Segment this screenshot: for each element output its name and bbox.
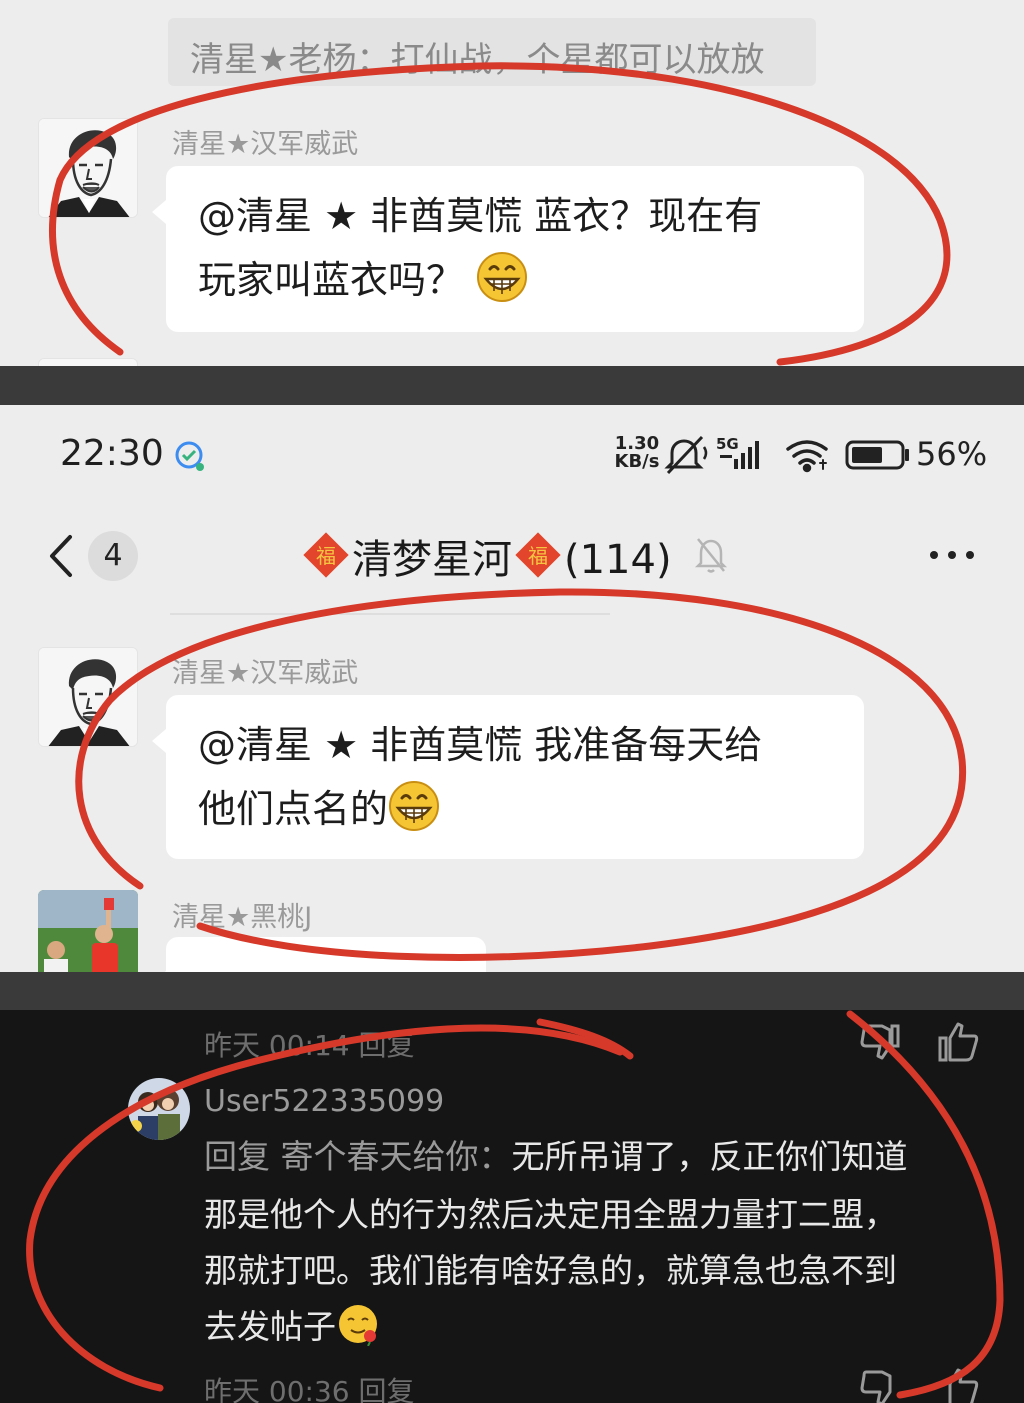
fu-diamond-icon: 福 <box>303 532 349 578</box>
wifi-icon <box>786 440 828 473</box>
sender-name: 清星★汉军威武 <box>172 658 359 689</box>
avatar[interactable] <box>38 647 138 747</box>
avatar[interactable] <box>38 118 138 218</box>
sketch-man-avatar-icon <box>39 119 137 217</box>
message-line-1: @清星 ★ 非酋莫慌 蓝衣？现在有 <box>198 194 763 238</box>
mute-bell-icon <box>664 435 708 475</box>
grin-emoji-icon <box>477 252 528 302</box>
battery-icon <box>845 440 909 470</box>
comment-line-1-text: 无所吊谓了，反正你们知道 <box>511 1137 908 1176</box>
comment-line-3: 那就打吧。我们能有啥好急的，就算急也急不到 <box>204 1251 897 1290</box>
message-bubble[interactable]: @清星 ★ 非酋莫慌 我准备每天给 他们点名的 <box>152 695 864 859</box>
message-line-2-text: 他们点名的 <box>198 787 389 831</box>
dislike-icon[interactable] <box>858 1020 902 1064</box>
previous-message: 清星★老杨：打仙战，个星都可以放放 <box>168 18 816 86</box>
like-icon[interactable] <box>936 1020 980 1064</box>
commenter-avatar[interactable] <box>128 1078 190 1140</box>
previous-comment-meta: 昨天 00:14 回复 <box>204 1029 415 1062</box>
sketch-man-avatar-icon <box>39 648 137 746</box>
muted-bell-icon[interactable] <box>694 535 728 575</box>
previous-message-text: 清星★老杨：打仙战，个星都可以放放 <box>190 40 765 80</box>
message-bubble[interactable]: @清星 ★ 非酋莫慌 蓝衣？现在有 玩家叫蓝衣吗？ <box>152 166 864 332</box>
net-speed-unit: KB/s <box>614 451 660 472</box>
comment-line-4: 去发帖子 <box>204 1298 380 1355</box>
member-count: (114) <box>564 537 672 583</box>
battery-percentage: 56% <box>916 435 988 473</box>
message-line-1: @清星 ★ 非酋莫慌 我准备每天给 <box>198 723 763 767</box>
message-line-2-text: 玩家叫蓝衣吗？ <box>198 258 465 302</box>
status-time: 22:30 <box>60 433 164 474</box>
fu-diamond-icon: 福 <box>515 532 561 578</box>
chat-screenshot-middle: 22:30 1.30 KB/s 5G 56% 4 福 清梦星河 福 (114) … <box>0 405 1024 972</box>
comment-line-1: 回复 寄个春天给你：无所吊谓了，反正你们知道 <box>204 1128 908 1185</box>
message-bubble-partial[interactable] <box>152 937 486 972</box>
dislike-icon[interactable] <box>858 1366 902 1403</box>
network-speed: 1.30 KB/s <box>612 435 662 471</box>
message-line-2: 他们点名的 <box>198 777 440 841</box>
status-icons: 5G <box>664 435 909 475</box>
like-icon[interactable] <box>936 1366 980 1403</box>
unread-count-badge[interactable]: 4 <box>88 531 138 581</box>
referee-photo-avatar-icon <box>38 890 138 972</box>
more-options-icon[interactable] <box>928 545 976 565</box>
group-name: 清梦星河 <box>352 537 512 583</box>
qq-notification-icon <box>175 441 204 471</box>
comment-line-4-text: 去发帖子 <box>204 1307 336 1346</box>
sender-name: 清星★汉军威武 <box>172 129 359 160</box>
commenter-username[interactable]: User522335099 <box>204 1084 444 1119</box>
rose-smile-emoji-icon <box>339 1305 377 1346</box>
avatar-partial <box>38 358 138 366</box>
comment-line-2: 那是他个人的行为然后决定用全盟力量打二盟， <box>204 1195 897 1234</box>
network-type: 5G <box>716 435 739 453</box>
svg-text:福: 福 <box>528 544 548 568</box>
back-arrow-icon[interactable] <box>44 533 76 579</box>
group-title[interactable]: 福 清梦星河 福 (114) <box>300 527 672 583</box>
sender-name: 清星★黑桃J <box>172 902 313 933</box>
svg-text:福: 福 <box>316 544 336 568</box>
comment-screenshot: 昨天 00:14 回复 User522335099 回复 寄个春天给你：无所吊谓… <box>0 1010 1024 1403</box>
reply-prefix[interactable]: 回复 寄个春天给你： <box>204 1137 512 1176</box>
grin-emoji-icon <box>389 781 440 831</box>
chat-screenshot-top: 清星★老杨：打仙战，个星都可以放放 清星★汉军威武 @清星 ★ 非酋莫慌 蓝衣？… <box>0 0 1024 366</box>
avatar[interactable] <box>38 890 138 972</box>
anime-avatar-icon <box>128 1078 190 1140</box>
message-line-2: 玩家叫蓝衣吗？ <box>198 248 528 312</box>
comment-meta: 昨天 00:36 回复 <box>204 1375 415 1403</box>
header-divider <box>170 613 610 615</box>
